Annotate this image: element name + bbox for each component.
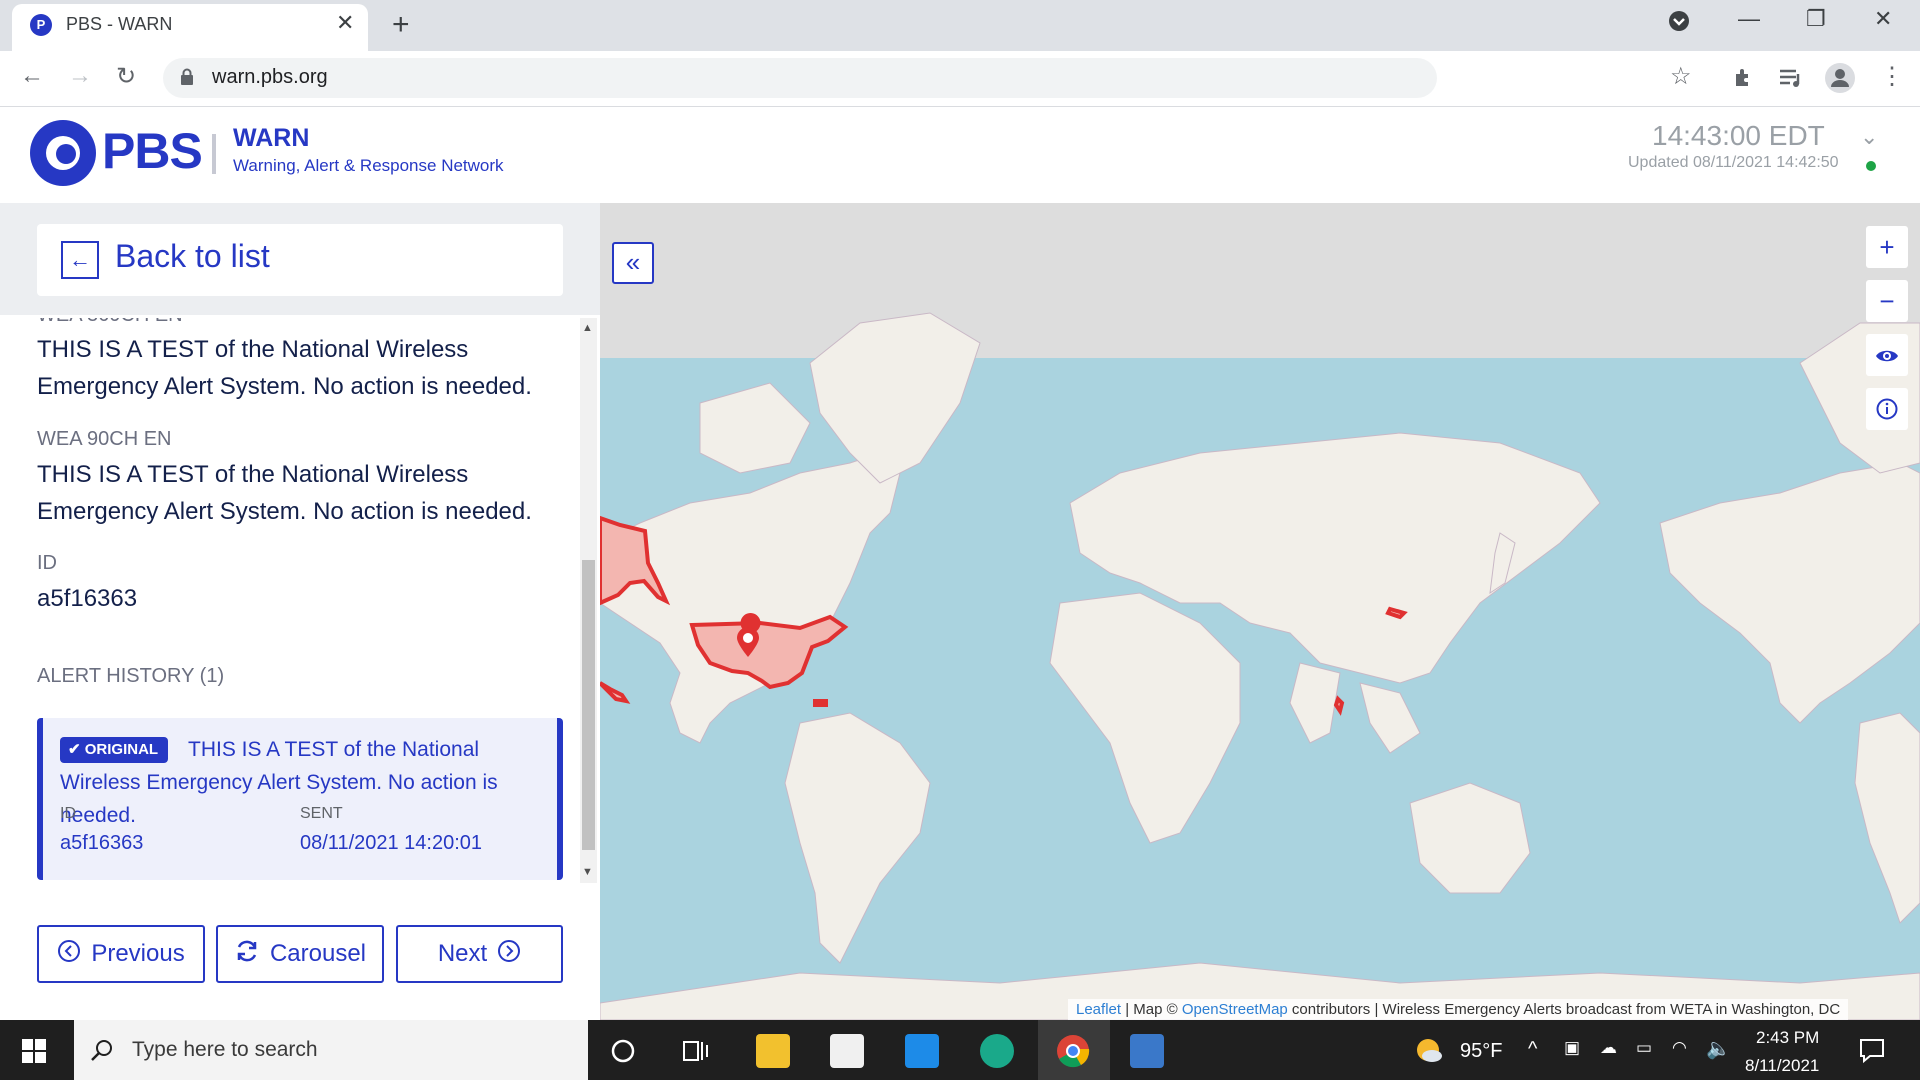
back-to-list-label[interactable]: Back to list — [115, 238, 270, 275]
previous-label: Previous — [91, 940, 185, 967]
next-label: Next — [437, 940, 488, 967]
restore-icon[interactable]: ❐ — [1806, 6, 1826, 32]
map-attribution: Leaflet | Map © OpenStreetMap contributo… — [1068, 999, 1849, 1020]
alert-history-heading: ALERT HISTORY (1) — [37, 665, 225, 687]
check-circle-icon: ✔ — [68, 741, 81, 758]
back-arrow-icon[interactable]: ← — [20, 62, 44, 90]
extensions-icon[interactable] — [1732, 66, 1756, 95]
browser-menu-icon[interactable]: ⋮ — [1880, 62, 1904, 91]
edge-browser-icon[interactable] — [980, 1034, 1014, 1068]
url-text[interactable]: warn.pbs.org — [212, 66, 328, 89]
app-title: WARN — [233, 124, 310, 152]
location-pin-icon[interactable] — [735, 626, 761, 663]
forward-arrow-icon[interactable]: → — [68, 62, 92, 90]
wifi-icon[interactable]: ◠ — [1672, 1038, 1687, 1058]
original-badge: ✔ ORIGINAL — [60, 737, 169, 763]
pbs-logo-text[interactable]: PBS — [102, 122, 203, 180]
wea-360-message: THIS IS A TEST of the National Wireless … — [37, 336, 532, 400]
battery-icon[interactable]: ▭ — [1636, 1038, 1652, 1058]
connection-status-dot — [1866, 161, 1876, 171]
eye-icon — [1875, 340, 1899, 370]
visibility-toggle[interactable] — [1866, 334, 1908, 376]
reload-icon[interactable]: ↻ — [116, 62, 136, 91]
chrome-icon[interactable] — [1056, 1034, 1090, 1073]
history-id-label: ID — [60, 805, 76, 822]
taskbar-search-placeholder[interactable]: Type here to search — [132, 1038, 318, 1062]
refresh-icon — [234, 938, 260, 971]
pbs-favicon-icon: P — [30, 14, 52, 36]
scroll-up-icon[interactable]: ▲ — [582, 322, 593, 334]
history-sent-value: 08/11/2021 14:20:01 — [300, 832, 483, 854]
task-view-icon[interactable] — [682, 1038, 710, 1069]
close-window-icon[interactable]: ✕ — [1874, 6, 1892, 32]
attribution-map-text: | Map © — [1121, 1001, 1182, 1018]
clock: 14:43:00 EDT — [1652, 120, 1825, 151]
notification-center-icon[interactable] — [1858, 1036, 1886, 1069]
chevron-right-circle-icon — [497, 939, 521, 970]
id-label: ID — [37, 552, 57, 574]
mail-icon[interactable] — [905, 1034, 939, 1068]
bookmark-star-icon[interactable]: ☆ — [1670, 62, 1692, 91]
world-map-land — [600, 312, 1920, 1020]
windows-start-icon[interactable] — [22, 1039, 46, 1063]
info-button[interactable] — [1866, 388, 1908, 430]
weather-temperature[interactable]: 95°F — [1460, 1040, 1502, 1063]
network-app-icon[interactable] — [1130, 1034, 1164, 1068]
chevron-left-circle-icon — [57, 939, 81, 970]
wea-360-label: WEA 360CH EN — [37, 318, 183, 327]
tab-title: PBS - WARN — [66, 14, 173, 34]
tab-close-icon[interactable]: ✕ — [336, 10, 354, 36]
carousel-label: Carousel — [269, 940, 367, 967]
search-icon — [90, 1038, 114, 1067]
chevron-up-icon[interactable]: ^ — [1528, 1038, 1537, 1061]
address-bar[interactable] — [163, 58, 1437, 98]
scrollbar-thumb[interactable] — [582, 560, 595, 850]
wea-90-label: WEA 90CH EN — [37, 428, 172, 450]
zoom-in-button[interactable]: + — [1866, 226, 1908, 268]
new-tab-button[interactable]: + — [392, 8, 410, 42]
onedrive-cloud-icon[interactable]: ☁ — [1600, 1038, 1617, 1058]
carousel-button[interactable]: Carousel — [216, 925, 384, 983]
cortana-icon[interactable] — [610, 1038, 636, 1069]
profile-avatar-icon[interactable] — [1824, 62, 1856, 99]
taskbar-time[interactable]: 2:43 PM — [1756, 1028, 1819, 1048]
microsoft-store-icon[interactable] — [830, 1034, 864, 1068]
zoom-out-button[interactable]: − — [1866, 280, 1908, 322]
pbs-logo-dot — [56, 144, 76, 164]
updated-timestamp: Updated 08/11/2021 14:42:50 — [1628, 154, 1839, 171]
media-control-icon[interactable] — [1778, 66, 1804, 95]
openstreetmap-link[interactable]: OpenStreetMap — [1182, 1001, 1288, 1018]
minimize-icon[interactable]: — — [1738, 6, 1760, 32]
meet-now-icon[interactable]: ▣ — [1564, 1038, 1580, 1058]
weather-sun-icon[interactable] — [1414, 1036, 1444, 1071]
previous-button[interactable]: Previous — [37, 925, 205, 983]
header-divider — [212, 134, 216, 174]
arrow-left-icon[interactable]: ← — [61, 241, 99, 279]
taskbar-date[interactable]: 8/11/2021 — [1745, 1056, 1819, 1076]
file-explorer-icon[interactable] — [756, 1034, 790, 1068]
collapse-panel-button[interactable]: « — [612, 242, 654, 284]
id-value: a5f16363 — [37, 585, 138, 612]
scroll-down-icon[interactable]: ▼ — [582, 866, 593, 878]
alert-map[interactable] — [600, 203, 1920, 1020]
volume-icon[interactable]: 🔈 — [1706, 1036, 1731, 1061]
tab-search-icon[interactable] — [1668, 10, 1690, 38]
wea-90-message: THIS IS A TEST of the National Wireless … — [37, 461, 532, 525]
lock-icon[interactable] — [180, 68, 194, 91]
next-button[interactable]: Next — [396, 925, 563, 983]
history-id-value: a5f16363 — [60, 832, 144, 854]
leaflet-link[interactable]: Leaflet — [1076, 1001, 1121, 1018]
history-sent-label: SENT — [300, 805, 343, 822]
app-subtitle: Warning, Alert & Response Network — [233, 156, 504, 175]
chevron-down-icon[interactable]: ⌄ — [1860, 124, 1878, 150]
attribution-rest: contributors | Wireless Emergency Alerts… — [1287, 1001, 1841, 1018]
original-badge-label: ORIGINAL — [84, 741, 159, 758]
info-icon — [1876, 396, 1898, 426]
